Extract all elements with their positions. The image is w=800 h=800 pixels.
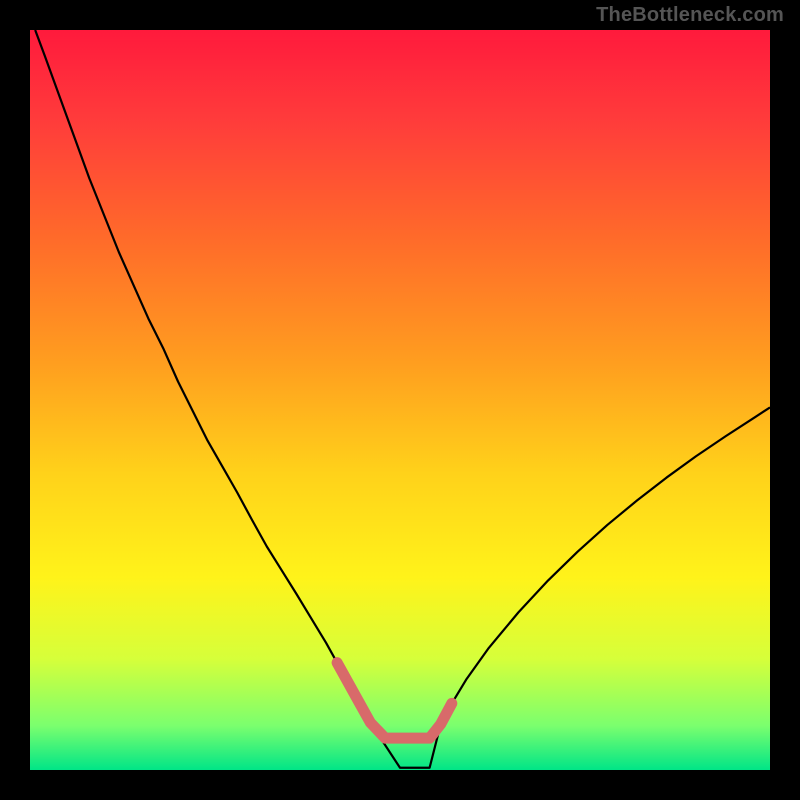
watermark-text: TheBottleneck.com [596, 4, 784, 27]
chart-svg [30, 30, 770, 770]
chart-frame: TheBottleneck.com [0, 0, 800, 800]
gradient-background [30, 30, 770, 770]
plot-area [30, 30, 770, 770]
